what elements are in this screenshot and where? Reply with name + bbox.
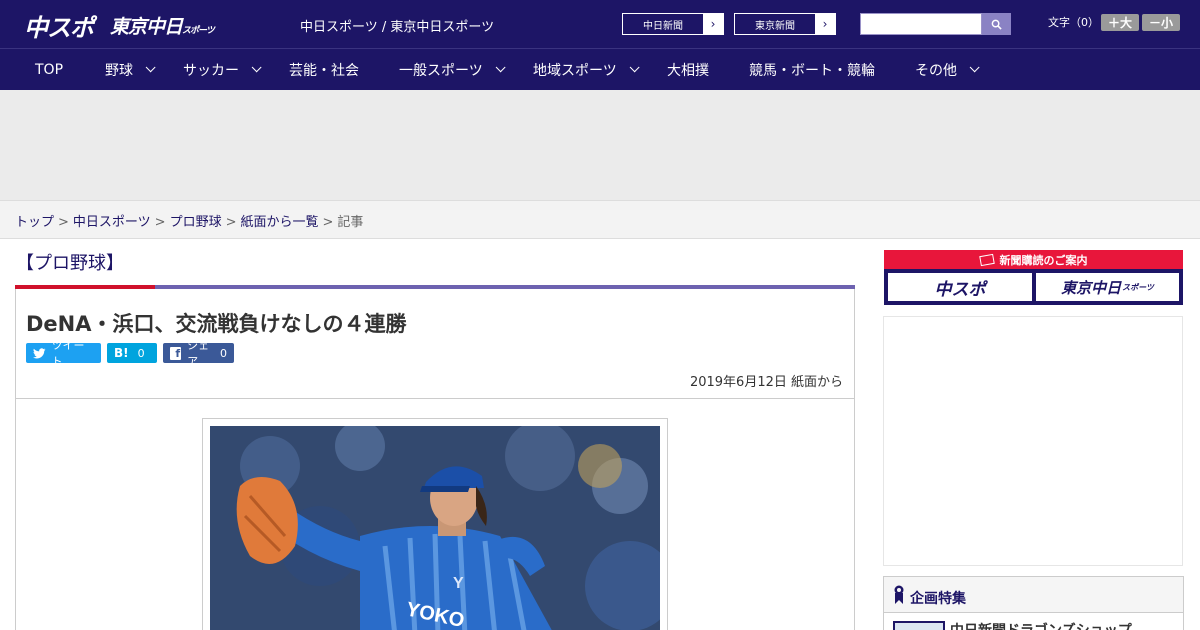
facebook-share-label: シェア	[187, 339, 210, 368]
subscription-banner-title: 新聞購読のご案内	[884, 250, 1183, 269]
article-headline: DeNA・浜口、交流戦負けなしの４連勝	[26, 312, 407, 336]
subscribe-tokyo-label: 東京中日	[1061, 278, 1122, 297]
subscribe-chuspo-button[interactable]: 中スポ	[888, 273, 1032, 301]
hatena-icon: B!	[114, 346, 129, 360]
tokyo-chunichi-logo[interactable]: 東京中日スポーツ	[110, 12, 215, 39]
article-category: 【プロ野球】	[16, 253, 124, 274]
breadcrumb-link-paper-list[interactable]: 紙面から一覧	[241, 215, 319, 230]
chunichi-shimbun-label: 中日新聞	[643, 20, 683, 32]
breadcrumb-current: 記事	[337, 215, 364, 230]
chevron-down-icon	[145, 62, 156, 73]
article-top-border	[15, 285, 855, 289]
hatena-count: 0	[137, 346, 145, 360]
font-larger-button[interactable]: ＋大	[1101, 14, 1139, 31]
article-divider	[16, 398, 854, 399]
nav-item-other[interactable]: その他	[915, 49, 980, 90]
facebook-count: 0	[220, 346, 227, 360]
facebook-icon: f	[170, 346, 182, 360]
sidebar-ad	[883, 316, 1183, 566]
site-title: 中日スポーツ / 東京中日スポーツ	[300, 20, 495, 35]
nav-item-label: その他	[915, 62, 957, 79]
breadcrumb-separator: >	[154, 215, 166, 230]
tweet-button[interactable]: ツイート	[26, 339, 101, 368]
nav-item-label: 地域スポーツ	[533, 62, 617, 79]
nav-item-label: 芸能・社会	[289, 62, 359, 79]
pitcher-photo-illustration: YOKO Y	[210, 426, 660, 630]
breadcrumb-separator: >	[58, 215, 69, 230]
search-button[interactable]	[982, 13, 1011, 35]
chevron-down-icon	[495, 62, 506, 73]
breadcrumb-separator: >	[322, 215, 334, 230]
feature-section-title: 企画特集	[910, 591, 966, 607]
svg-text:Y: Y	[453, 575, 464, 592]
nav-item-racing[interactable]: 競馬・ボート・競輪	[749, 49, 875, 90]
chuspo-logo[interactable]: 中スポ	[24, 8, 94, 43]
tokyo-logo-small: スポーツ	[182, 26, 215, 36]
nav-item-entertainment[interactable]: 芸能・社会	[289, 49, 359, 90]
breadcrumb-link-chunichi-sports[interactable]: 中日スポーツ	[73, 215, 151, 230]
nav-item-top[interactable]: TOP	[35, 49, 63, 90]
chevron-right-icon: ›	[703, 14, 723, 34]
ad-banner-area	[0, 90, 1200, 200]
article-top-border-accent	[15, 285, 155, 289]
tokyo-shimbun-label: 東京新聞	[755, 20, 795, 32]
nav-item-baseball[interactable]: 野球	[105, 49, 156, 90]
twitter-icon	[33, 347, 46, 358]
chevron-right-icon: ›	[815, 14, 835, 34]
newspaper-icon	[978, 253, 995, 266]
article-photo[interactable]: YOKO Y	[210, 426, 660, 630]
breadcrumb: トップ > 中日スポーツ > プロ野球 > 紙面から一覧 > 記事	[15, 211, 363, 230]
feature-item-thumbnail[interactable]	[893, 621, 945, 630]
subscribe-tokyo-chunichi-button[interactable]: 東京中日 スポーツ	[1036, 273, 1179, 301]
search-icon	[991, 19, 1002, 30]
subscription-banner[interactable]: 新聞購読のご案内 中スポ 東京中日 スポーツ	[884, 250, 1183, 305]
chevron-down-icon	[969, 62, 980, 73]
nav-item-label: 大相撲	[667, 62, 709, 79]
nav-item-label: 競馬・ボート・競輪	[749, 62, 875, 79]
breadcrumb-separator: >	[225, 215, 237, 230]
nav-item-general-sports[interactable]: 一般スポーツ	[399, 49, 506, 90]
nav-item-local-sports[interactable]: 地域スポーツ	[533, 49, 640, 90]
chevron-down-icon	[251, 62, 262, 73]
feature-item-title[interactable]: 中日新聞ドラゴンズショップ	[950, 620, 1132, 630]
tweet-label: ツイート	[51, 339, 85, 368]
nav-item-label: 一般スポーツ	[399, 62, 483, 79]
nav-item-label: TOP	[35, 61, 64, 78]
tokyo-logo-text: 東京中日	[110, 16, 183, 38]
article-date: 2019年6月12日 紙面から	[689, 375, 843, 390]
nav-item-label: サッカー	[183, 62, 239, 79]
subscribe-tokyo-small: スポーツ	[1122, 282, 1154, 292]
breadcrumb-link-top[interactable]: トップ	[15, 215, 54, 230]
nav-item-sumo[interactable]: 大相撲	[667, 49, 709, 90]
tokyo-shimbun-link[interactable]: 東京新聞 ›	[734, 13, 836, 35]
subscription-title-text: 新聞購読のご案内	[999, 253, 1088, 267]
ribbon-icon	[894, 585, 904, 604]
font-smaller-button[interactable]: －小	[1142, 14, 1180, 31]
font-size-label: 文字（0）	[1048, 16, 1099, 29]
nav-item-soccer[interactable]: サッカー	[183, 49, 262, 90]
facebook-share-button[interactable]: f シェア 0	[163, 339, 234, 368]
nav-item-label: 野球	[105, 62, 133, 79]
breadcrumb-link-pro-baseball[interactable]: プロ野球	[170, 215, 222, 230]
hatena-bookmark-button[interactable]: B! 0	[107, 343, 157, 363]
chunichi-shimbun-link[interactable]: 中日新聞 ›	[622, 13, 724, 35]
search-input[interactable]	[860, 13, 982, 35]
breadcrumb-bar: トップ > 中日スポーツ > プロ野球 > 紙面から一覧 > 記事	[0, 200, 1200, 239]
chevron-down-icon	[629, 62, 640, 73]
main-nav: TOP 野球 サッカー 芸能・社会 一般スポーツ 地域スポーツ 大相撲 競馬・ボ…	[0, 48, 1200, 90]
top-header: 中スポ 東京中日スポーツ 中日スポーツ / 東京中日スポーツ 中日新聞 › 東京…	[0, 0, 1200, 48]
